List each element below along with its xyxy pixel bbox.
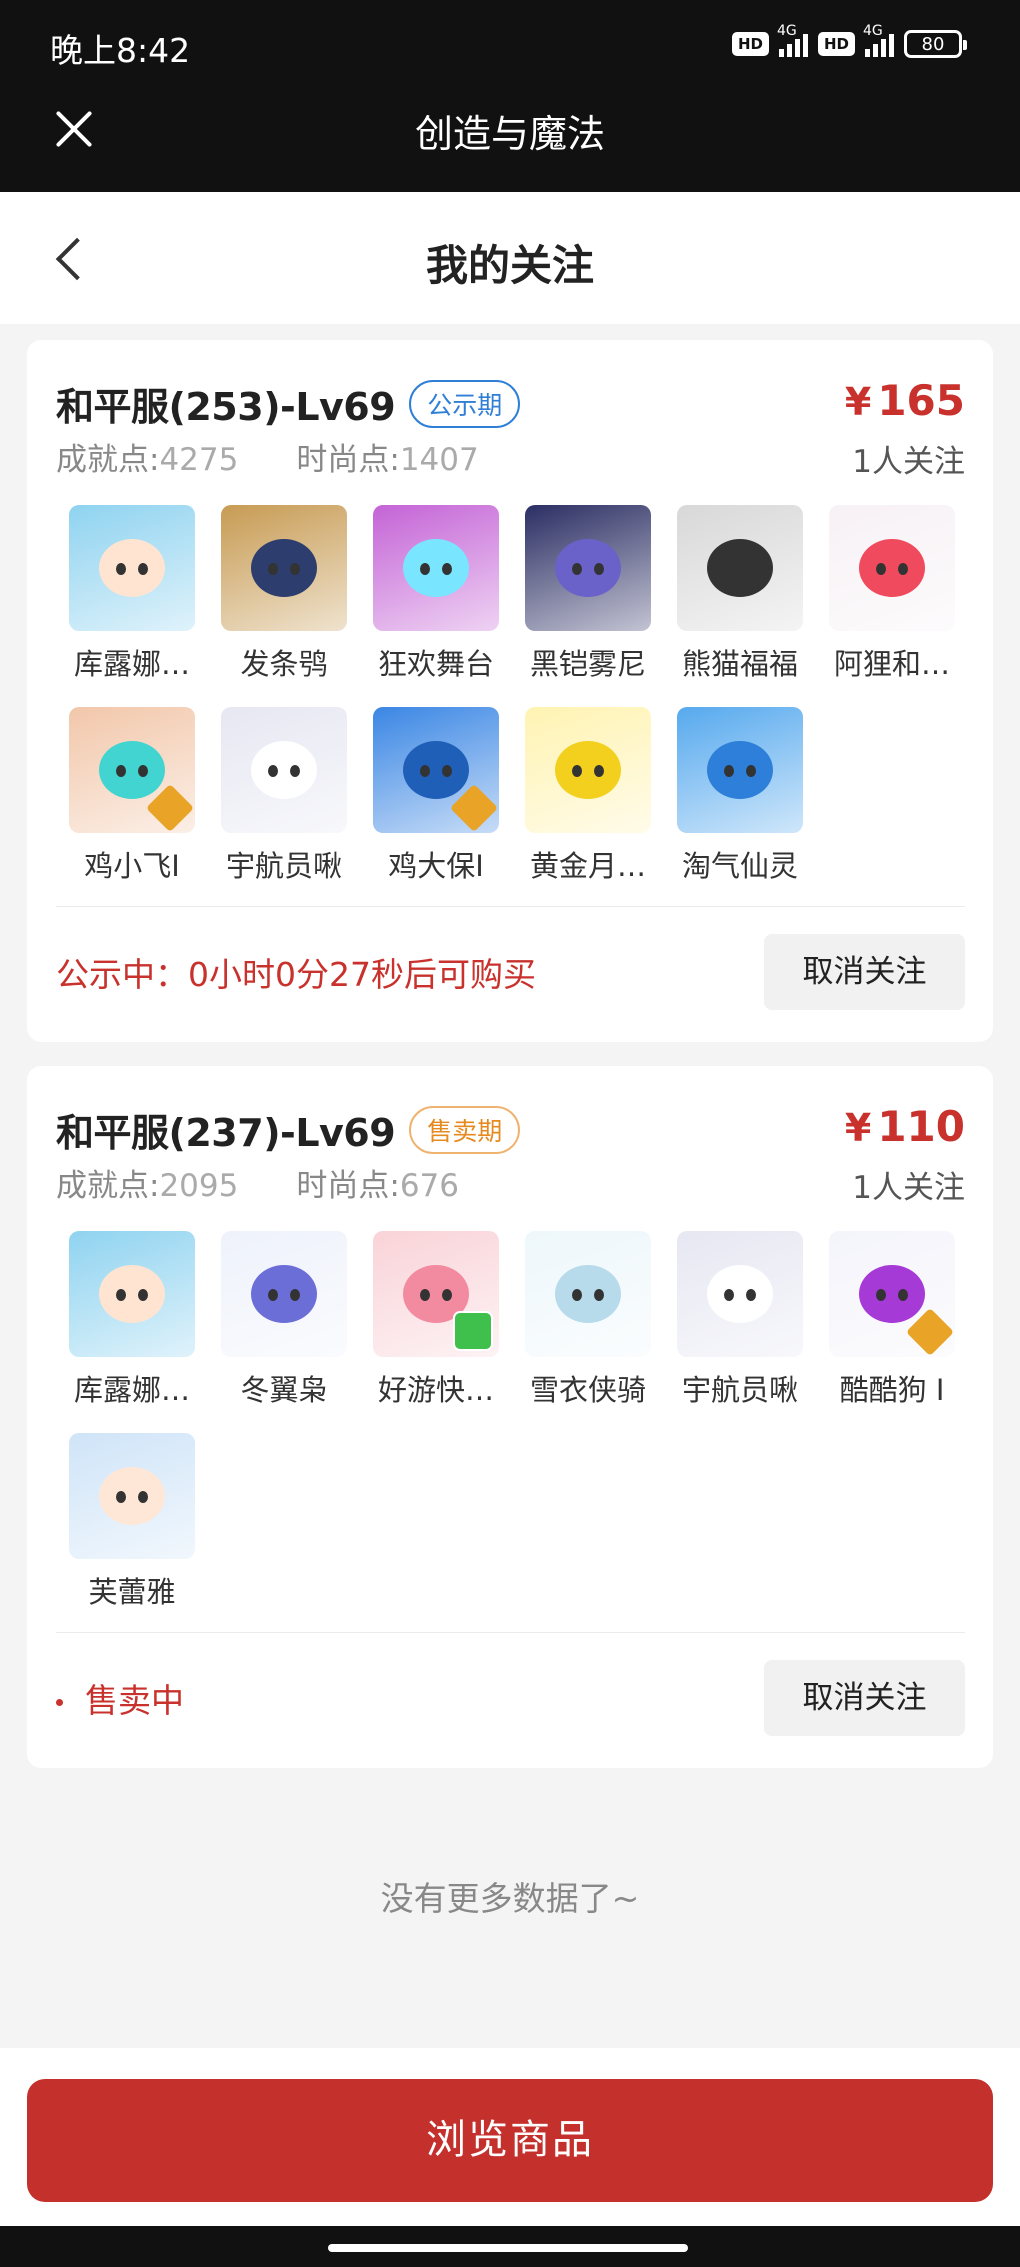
- golden-moon-rabbit-icon: [525, 707, 651, 833]
- hd-icon: HD: [731, 32, 769, 56]
- naughty-spirit-icon: [677, 707, 803, 833]
- app-badge-icon: [453, 1311, 493, 1351]
- ali-fox-icon: [829, 505, 955, 631]
- sheep-hat-girl-icon: [69, 505, 195, 631]
- fashion-points: 时尚点:676: [296, 1168, 459, 1204]
- item-thumbnail[interactable]: 宇航员啾: [664, 1231, 816, 1409]
- item-thumbnail[interactable]: 黑铠雾尼: [512, 505, 664, 683]
- app-top-bar: 晚上8:42 HD 4G HD 4G 80 创造与魔法: [0, 0, 1020, 192]
- achievement-points: 成就点:4275: [56, 442, 239, 478]
- item-thumbnail[interactable]: 鸡大保I: [360, 707, 512, 885]
- item-name: 鸡小飞I: [84, 849, 180, 883]
- points-row: 成就点:2095 时尚点:676: [56, 1160, 459, 1205]
- item-name: 发条鸮: [240, 647, 328, 681]
- app-title: 创造与魔法: [414, 112, 605, 156]
- countdown-status: 公示中：0小时0分27秒后可购买: [56, 955, 536, 994]
- item-name: 黑铠雾尼: [529, 647, 646, 681]
- item-name: 芙蕾雅: [88, 1575, 176, 1609]
- item-thumbnail[interactable]: 淘气仙灵: [664, 707, 816, 885]
- sale-status: 售卖中: [56, 1674, 184, 1722]
- winter-owl-icon: [221, 1231, 347, 1357]
- item-thumbnail[interactable]: 发条鸮: [208, 505, 360, 683]
- server-name: 和平服(253)-Lv69: [56, 385, 396, 429]
- divider: [56, 906, 965, 907]
- item-name: 宇航员啾: [225, 849, 342, 883]
- sheep-hat-girl-icon: [69, 1231, 195, 1357]
- item-name: 熊猫福福: [681, 647, 798, 681]
- item-name: 宇航员啾: [681, 1373, 798, 1407]
- black-armor-dragon-icon: [525, 505, 651, 631]
- item-name: 狂欢舞台: [377, 647, 494, 681]
- item-thumbnail[interactable]: 雪衣侠骑: [512, 1231, 664, 1409]
- item-name: 库露娜…: [73, 647, 190, 681]
- unfollow-button[interactable]: 取消关注: [764, 1660, 965, 1736]
- snow-horse-icon: [525, 1231, 651, 1357]
- no-more-data-text: 没有更多数据了~: [380, 1879, 640, 1918]
- fashion-points: 时尚点:1407: [296, 442, 479, 478]
- pink-pig-icon: [373, 1231, 499, 1357]
- server-name: 和平服(237)-Lv69: [56, 1111, 396, 1155]
- clockwork-owl-icon: [221, 505, 347, 631]
- follow-card[interactable]: 和平服(253)-Lv69 公示期 ¥165 成就点:4275 时尚点:1407…: [27, 340, 993, 1042]
- hd-icon: HD: [817, 32, 855, 56]
- item-thumbnail[interactable]: 库露娜…: [56, 505, 208, 683]
- status-dot: [56, 1699, 63, 1706]
- item-thumbnail[interactable]: 库露娜…: [56, 1231, 208, 1409]
- page-title: 我的关注: [425, 241, 594, 290]
- status-time: 晚上8:42: [50, 31, 191, 70]
- astronaut-cow-icon: [221, 707, 347, 833]
- cool-dog-icon: [829, 1231, 955, 1357]
- item-thumbnail[interactable]: 宇航员啾: [208, 707, 360, 885]
- unfollow-button[interactable]: 取消关注: [764, 934, 965, 1010]
- item-name: 鸡大保I: [388, 849, 484, 883]
- item-name: 淘气仙灵: [681, 849, 798, 883]
- divider: [56, 1632, 965, 1633]
- item-thumbnail[interactable]: 熊猫福福: [664, 505, 816, 683]
- item-thumbnail[interactable]: 酷酷狗 I: [816, 1231, 968, 1409]
- chick-flyer-icon: [69, 707, 195, 833]
- follow-card[interactable]: 和平服(237)-Lv69 售卖期 ¥110 成就点:2095 时尚点:676 …: [27, 1066, 993, 1768]
- item-thumbnail[interactable]: 黄金月…: [512, 707, 664, 885]
- item-thumbnail[interactable]: 好游快…: [360, 1231, 512, 1409]
- signal-icon: 4G: [863, 23, 894, 57]
- item-thumbnail[interactable]: 狂欢舞台: [360, 505, 512, 683]
- status-tag: 公示期: [409, 379, 521, 428]
- carnival-stage-icon: [373, 505, 499, 631]
- follower-count: 1人关注: [852, 444, 965, 480]
- item-name: 酷酷狗 I: [839, 1373, 945, 1407]
- bottom-bar: 浏览商品: [0, 2048, 1020, 2226]
- points-row: 成就点:4275 时尚点:1407: [56, 434, 479, 479]
- follower-count: 1人关注: [852, 1170, 965, 1206]
- home-indicator[interactable]: [0, 2226, 1020, 2267]
- item-name: 阿狸和…: [833, 647, 950, 681]
- astronaut-cow-icon: [677, 1231, 803, 1357]
- battery-icon: 80: [904, 30, 967, 58]
- item-name: 雪衣侠骑: [529, 1373, 646, 1407]
- freya-icon: [69, 1433, 195, 1559]
- nav-header: 我的关注: [0, 192, 1020, 324]
- item-name: 好游快…: [377, 1373, 494, 1407]
- status-icons: HD 4G HD 4G 80: [731, 23, 967, 58]
- signal-icon: 4G: [777, 23, 808, 57]
- achievement-points: 成就点:2095: [56, 1168, 239, 1204]
- item-thumbnail[interactable]: 芙蕾雅: [56, 1433, 208, 1611]
- item-thumbnail[interactable]: 冬翼枭: [208, 1231, 360, 1409]
- item-thumbnail[interactable]: 鸡小飞I: [56, 707, 208, 885]
- status-tag: 售卖期: [409, 1105, 521, 1154]
- item-name: 黄金月…: [529, 849, 646, 883]
- browse-products-button[interactable]: 浏览商品: [27, 2079, 993, 2202]
- item-thumbnail[interactable]: 阿狸和…: [816, 505, 968, 683]
- price: ¥110: [844, 1102, 965, 1151]
- item-name: 库露娜…: [73, 1373, 190, 1407]
- price: ¥165: [844, 376, 965, 425]
- panda-icon: [677, 505, 803, 631]
- item-name: 冬翼枭: [240, 1373, 328, 1407]
- chick-boss-icon: [373, 707, 499, 833]
